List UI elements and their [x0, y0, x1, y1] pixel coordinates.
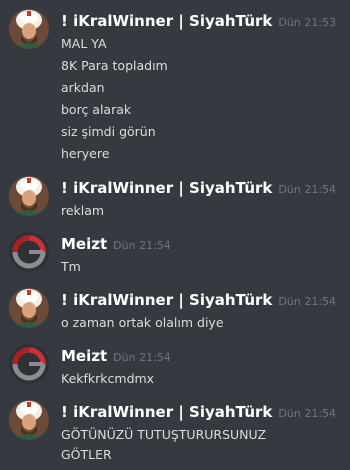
message-text: MAL YA: [61, 36, 107, 51]
message-header: ! iKralWinner | SiyahTürk Dün 21:54: [61, 402, 336, 424]
message-text: o zaman ortak olalım diye: [61, 315, 224, 330]
sultan-avatar-icon[interactable]: [9, 400, 49, 440]
sultan-avatar-icon[interactable]: [9, 176, 49, 216]
timestamp[interactable]: Dün 21:54: [113, 351, 171, 364]
username[interactable]: Meizt: [61, 347, 107, 365]
timestamp[interactable]: Dün 21:54: [113, 239, 171, 252]
message-header: ! iKralWinner | SiyahTürk Dün 21:54: [61, 290, 336, 312]
username[interactable]: ! iKralWinner | SiyahTürk: [61, 291, 272, 309]
message-header: ! iKralWinner | SiyahTürk Dün 21:54: [61, 178, 336, 200]
message-header: ! iKralWinner | SiyahTürk Dün 21:53: [61, 11, 336, 33]
username[interactable]: Meizt: [61, 235, 107, 253]
username[interactable]: ! iKralWinner | SiyahTürk: [61, 403, 272, 421]
sultan-avatar-icon[interactable]: [9, 9, 49, 49]
message-text: borç alarak: [61, 102, 132, 117]
message-text: GÖTÜNÜZÜ TUTUŞTURURSUNUZ: [61, 427, 267, 442]
message-text: Kekfkrkcmdmx: [61, 371, 155, 386]
g-logo-avatar-icon[interactable]: [9, 344, 49, 384]
message-header: Meizt Dün 21:54: [61, 346, 171, 368]
message-text: arkdan: [61, 80, 105, 95]
timestamp[interactable]: Dün 21:54: [278, 183, 336, 196]
message-text: heryere: [61, 146, 110, 161]
message-text: GÖTLER: [61, 447, 112, 462]
chat-message-list: ! iKralWinner | SiyahTürk Dün 21:53 MAL Y…: [0, 0, 350, 470]
username[interactable]: ! iKralWinner | SiyahTürk: [61, 12, 272, 30]
g-logo-avatar-icon[interactable]: [9, 232, 49, 272]
message-text: 8K Para topladım: [61, 58, 168, 73]
timestamp[interactable]: Dün 21:54: [278, 407, 336, 420]
message-text: reklam: [61, 203, 105, 218]
message-text: siz şimdi görün: [61, 124, 156, 139]
message-header: Meizt Dün 21:54: [61, 234, 171, 256]
timestamp[interactable]: Dün 21:53: [278, 16, 336, 29]
message-text: Tm: [61, 259, 81, 274]
sultan-avatar-icon[interactable]: [9, 288, 49, 328]
username[interactable]: ! iKralWinner | SiyahTürk: [61, 179, 272, 197]
timestamp[interactable]: Dün 21:54: [278, 295, 336, 308]
